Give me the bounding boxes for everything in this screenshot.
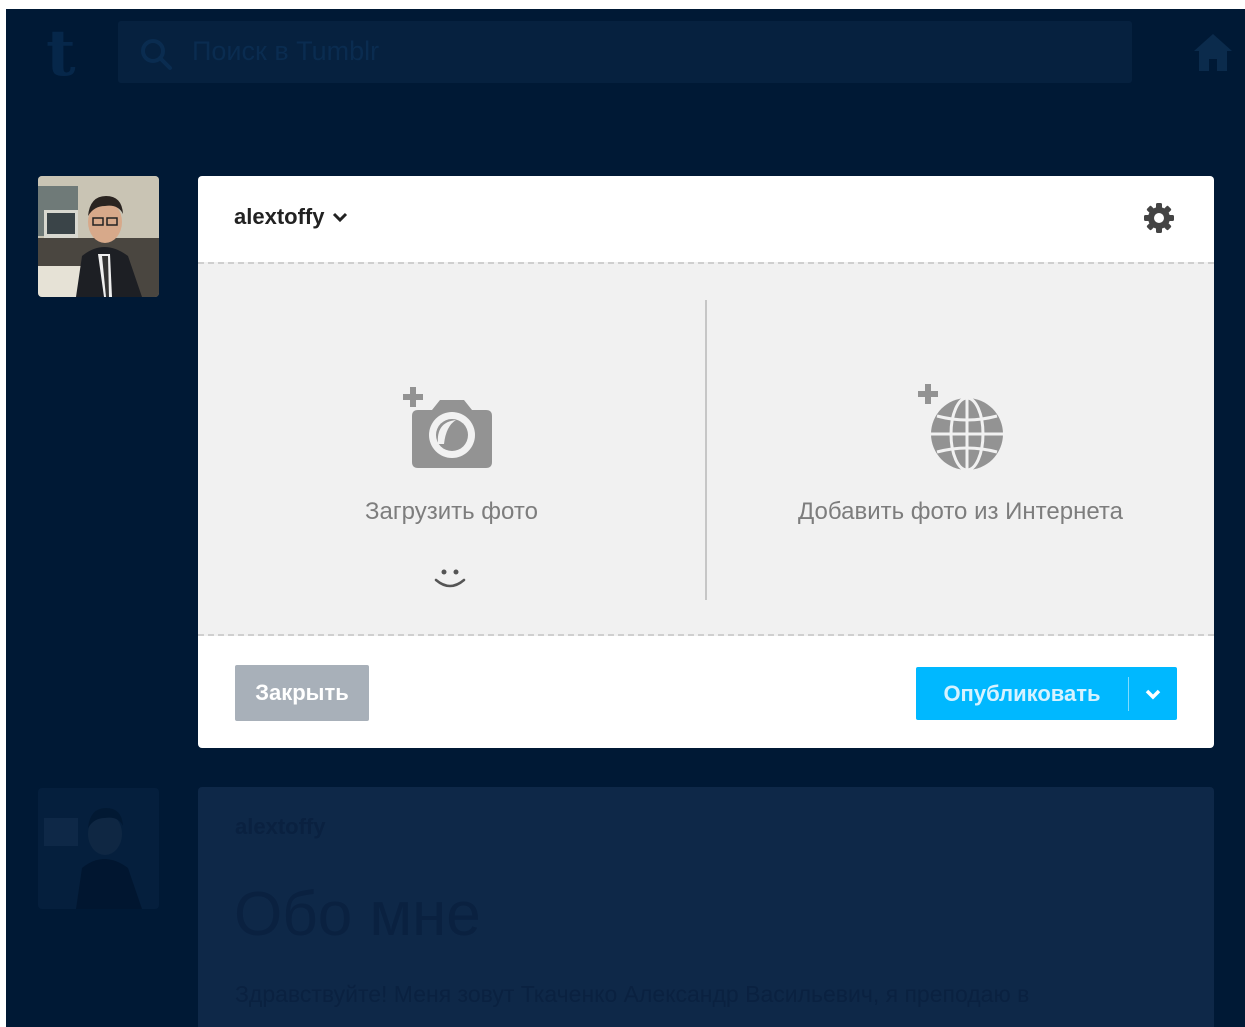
search-input[interactable]: Поиск в Tumblr: [192, 36, 379, 67]
post-avatar[interactable]: [38, 788, 159, 909]
avatar-photo: [38, 176, 159, 297]
chevron-down-icon: [1145, 689, 1161, 699]
publish-button[interactable]: Опубликовать: [916, 667, 1128, 720]
post-title: Обо мне: [234, 880, 481, 949]
composer-footer: Закрыть Опубликовать: [198, 636, 1214, 748]
tumblr-logo[interactable]: t: [46, 22, 98, 86]
post-avatar-photo: [38, 788, 159, 909]
photo-upload-area: Загрузить фото Добавить фото из Интернет…: [198, 262, 1214, 636]
search-bar[interactable]: Поиск в Tumblr: [118, 21, 1132, 83]
upload-photo-label: Загрузить фото: [365, 498, 538, 525]
post-card: alextoffy Обо мне Здравствуйте! Меня зов…: [198, 787, 1214, 1027]
close-button[interactable]: Закрыть: [235, 665, 369, 721]
avatar[interactable]: [38, 176, 159, 297]
gear-icon[interactable]: [1143, 202, 1175, 234]
publish-options-button[interactable]: [1129, 667, 1177, 720]
chevron-down-icon: [333, 212, 348, 223]
smiley-icon[interactable]: [432, 566, 468, 590]
composer-header: alextoffy: [198, 176, 1214, 262]
home-icon[interactable]: [1192, 31, 1234, 73]
globe-plus-icon: [918, 384, 1003, 472]
publish-button-group: Опубликовать: [916, 667, 1177, 720]
post-body-text: Здравствуйте! Меня зовут Ткаченко Алекса…: [235, 981, 1030, 1007]
post-author[interactable]: alextoffy: [235, 814, 325, 840]
blog-selector[interactable]: alextoffy: [234, 204, 348, 230]
camera-plus-icon: [403, 387, 492, 468]
search-icon: [141, 39, 172, 70]
add-from-web-label: Добавить фото из Интернета: [798, 498, 1123, 525]
dashboard-page: t Поиск в Tumblr alextoffy Загрузить фот…: [6, 9, 1245, 1027]
blog-name: alextoffy: [234, 204, 325, 229]
add-photo-from-web-button[interactable]: Добавить фото из Интернета: [707, 264, 1214, 634]
photo-post-composer: alextoffy Загрузить фото Добавить фото и…: [198, 176, 1214, 748]
